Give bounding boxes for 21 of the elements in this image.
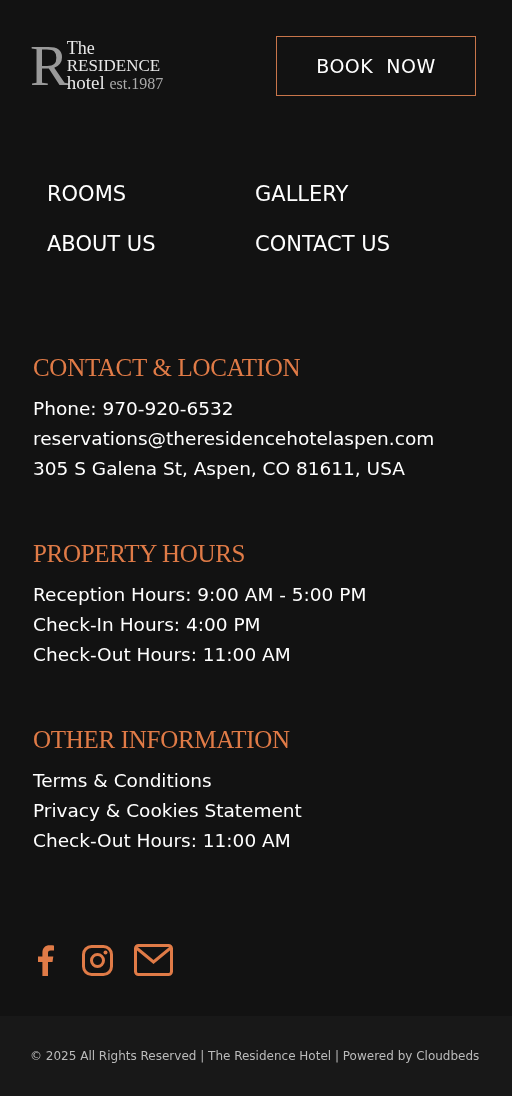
- section-heading: PROPERTY HOURS: [33, 539, 247, 569]
- info-text: Check-Out Hours: 11:00 AM: [33, 643, 292, 667]
- info-text: Phone: 970-920-6532: [33, 397, 235, 421]
- info-text: reservations@theresidencehotelaspen.com: [33, 427, 436, 451]
- section-heading: CONTACT & LOCATION: [33, 353, 302, 383]
- info-text: Privacy & Cookies Statement: [33, 799, 303, 823]
- nav-link[interactable]: CONTACT US: [255, 230, 455, 258]
- info-text: 305 S Galena St, Aspen, CO 81611, USA: [33, 457, 406, 481]
- info-text: Terms & Conditions: [33, 769, 213, 793]
- facebook-icon[interactable]: [36, 944, 54, 976]
- copyright-text: © 2025 All Rights Reserved | The Residence Hotel | Powered by Cloudbeds: [30, 1049, 480, 1063]
- nav-link[interactable]: ABOUT US: [47, 230, 255, 258]
- nav-link[interactable]: GALLERY: [255, 180, 455, 208]
- book-now-button[interactable]: BOOK NOW: [276, 36, 476, 96]
- instagram-icon[interactable]: [82, 944, 113, 976]
- nav-link[interactable]: ROOMS: [47, 180, 255, 208]
- section-heading: OTHER INFORMATION: [33, 725, 291, 755]
- info-text: Reception Hours: 9:00 AM - 5:00 PM: [33, 583, 368, 607]
- mail-icon[interactable]: [134, 944, 173, 976]
- info-text: Check-Out Hours: 11:00 AM: [33, 829, 292, 853]
- info-text: Check-In Hours: 4:00 PM: [33, 613, 262, 637]
